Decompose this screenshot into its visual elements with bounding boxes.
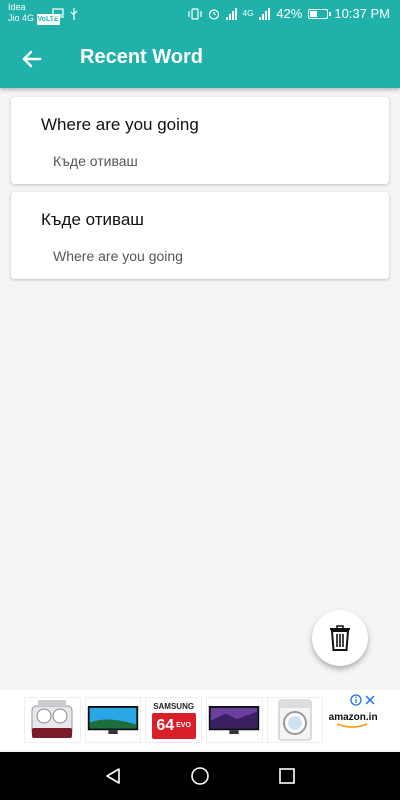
sd-label: EVO [176,722,191,729]
ad-sd-card[interactable]: SAMSUNG 64 EVO [145,697,202,743]
sd-card-image: SAMSUNG 64 EVO [151,701,196,739]
battery-icon [308,8,332,19]
screen-icon [52,8,64,18]
notification-icons [52,8,78,20]
signal-icon-2 [259,7,271,20]
ad-washer-front[interactable] [266,697,324,743]
word-translation: Where are you going [53,248,183,264]
vibrate-icon [188,7,202,20]
info-icon[interactable] [350,694,362,706]
system-nav-bar [0,752,400,800]
amazon-smile-icon [336,722,368,728]
page-title: Recent Word [80,46,203,68]
sd-size: 64 [156,716,175,734]
usb-icon [70,8,78,20]
clock: 10:37 PM [334,6,390,21]
nav-back-button[interactable] [98,761,128,791]
app-bar: Recent Word [0,30,400,88]
word-source: Къде отиваш [41,210,144,229]
nav-home-button[interactable] [185,761,215,791]
nav-back-icon [106,768,121,784]
amazon-text: amazon.in [328,711,378,723]
back-button[interactable] [18,45,46,73]
tv-image [209,706,260,734]
word-translation: Къде отиваш [53,153,138,169]
tv-image [87,706,139,734]
alarm-icon [208,8,219,20]
ad-tv-1[interactable] [84,697,142,743]
signal-icon [225,7,237,20]
nav-recents-button[interactable] [272,761,302,791]
status-bar: Idea Jio 4G VoLTE 4G 42% 10:37 PM [0,0,400,30]
arrow-left-icon [22,50,42,68]
close-icon[interactable] [364,694,376,706]
status-right: 4G 42% 10:37 PM [188,6,390,21]
ad-banner[interactable]: SAMSUNG 64 EVO amazon.in [0,690,400,750]
sd-brand: SAMSUNG [153,701,195,711]
front-load-washer-image [278,699,312,741]
network-type: 4G [242,9,254,18]
recent-word-card[interactable]: Къде отиваш Where are you going [11,192,389,279]
trash-icon [330,625,350,651]
word-source: Where are you going [41,115,199,134]
ad-washing-machine[interactable] [24,697,81,743]
nav-recents-icon [278,768,295,784]
delete-all-button[interactable] [312,610,368,666]
amazon-logo[interactable]: amazon.in [327,712,379,729]
ad-strip: SAMSUNG 64 EVO amazon.in [24,696,379,744]
washing-machine-image [31,700,73,738]
recent-word-card[interactable]: Where are you going Къде отиваш [11,97,389,184]
battery-percent: 42% [276,6,303,21]
ad-tv-2[interactable] [205,697,263,743]
nav-home-icon [191,767,209,785]
ad-controls [350,694,376,706]
